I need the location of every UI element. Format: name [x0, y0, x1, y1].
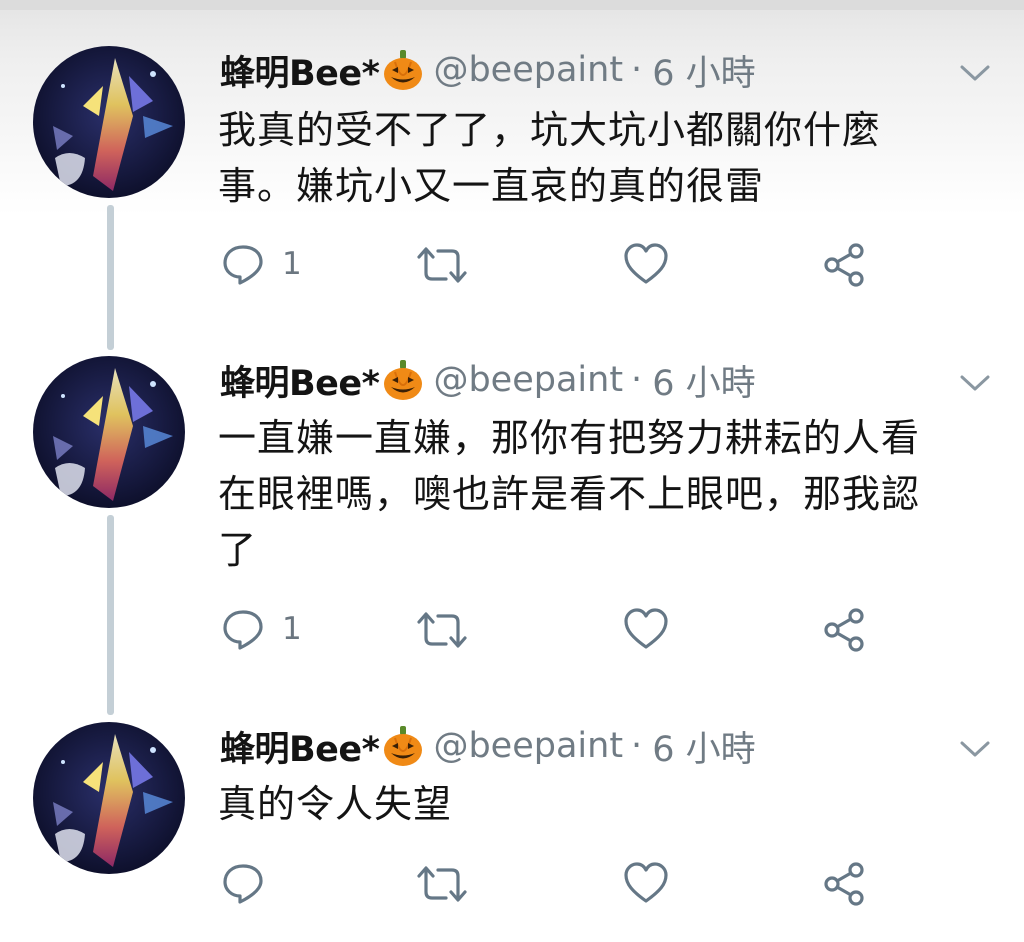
separator-dot: · [631, 726, 643, 766]
tweet-text: 真的令人失望 [218, 782, 453, 826]
reply-icon [223, 864, 263, 904]
chevron-down-icon[interactable] [958, 738, 992, 760]
user-handle[interactable]: @beepaint [433, 726, 623, 766]
share-button[interactable] [820, 860, 868, 908]
share-icon [824, 862, 864, 906]
tweet-header: 蜂明Bee* @beepaint · 6 小時 [220, 720, 756, 772]
tweet-actions [0, 860, 1024, 910]
heart-icon [624, 862, 668, 903]
pumpkin-emoji [381, 724, 425, 768]
like-button[interactable] [622, 860, 670, 906]
timestamp[interactable]: 6 小時 [652, 721, 755, 772]
retweet-button[interactable] [413, 862, 471, 906]
avatar[interactable] [33, 722, 185, 874]
tweet[interactable]: 蜂明Bee* @beepaint · 6 小時 真的令人失望 [0, 0, 1024, 942]
reply-button[interactable] [220, 860, 266, 906]
retweet-icon [417, 866, 467, 902]
display-name[interactable]: 蜂明Bee* [220, 721, 380, 772]
